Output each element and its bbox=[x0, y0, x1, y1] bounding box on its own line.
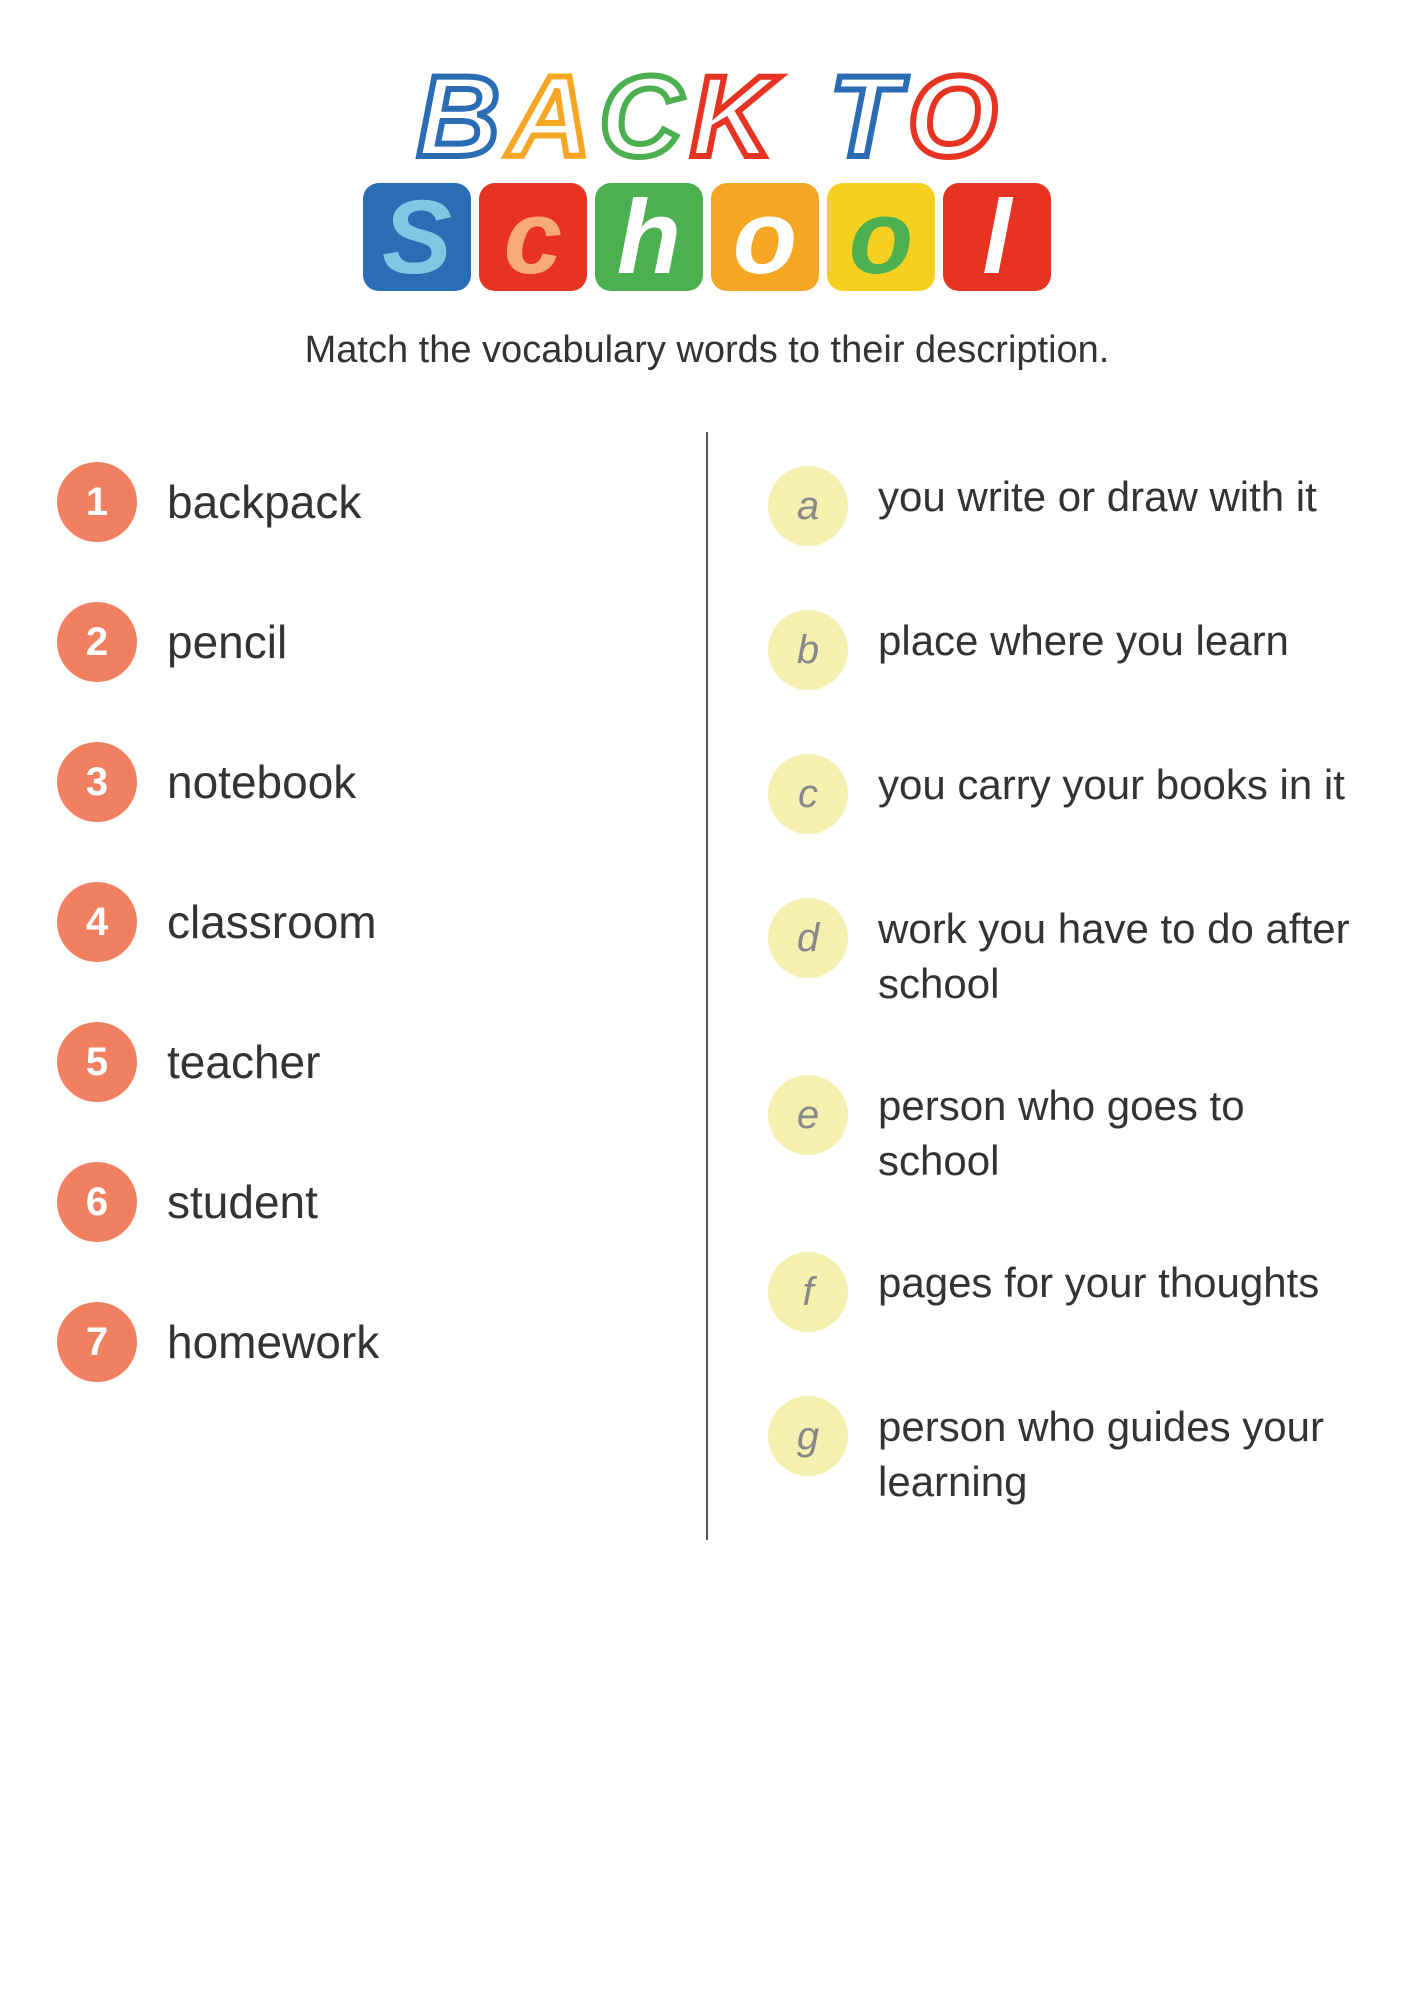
desc-item-c: c you carry your books in it bbox=[768, 720, 1357, 864]
number-badge-4: 4 bbox=[57, 882, 137, 962]
desc-item-b: b place where you learn bbox=[768, 576, 1357, 720]
title-letter-h: h bbox=[595, 183, 703, 291]
vocab-item-7: 7 homework bbox=[57, 1272, 646, 1412]
subtitle-text: Match the vocabulary words to their desc… bbox=[305, 329, 1110, 372]
title-letter-c: C bbox=[599, 60, 682, 175]
vocab-word-1: backpack bbox=[167, 475, 361, 529]
letter-badge-e: e bbox=[768, 1075, 848, 1155]
desc-item-d: d work you have to do after school bbox=[768, 864, 1357, 1041]
letter-badge-b: b bbox=[768, 610, 848, 690]
vocab-item-4: 4 classroom bbox=[57, 852, 646, 992]
vocab-item-1: 1 backpack bbox=[57, 432, 646, 572]
desc-text-b: place where you learn bbox=[878, 606, 1289, 669]
desc-item-a: a you write or draw with it bbox=[768, 432, 1357, 576]
desc-text-c: you carry your books in it bbox=[878, 750, 1345, 813]
desc-text-e: person who goes to school bbox=[878, 1071, 1357, 1188]
desc-item-e: e person who goes to school bbox=[768, 1041, 1357, 1218]
vocab-word-2: pencil bbox=[167, 615, 287, 669]
matching-exercise: 1 backpack 2 pencil 3 notebook 4 classro… bbox=[57, 432, 1357, 1540]
title-letter-s: S bbox=[363, 183, 471, 291]
title-letter-c2: c bbox=[479, 183, 587, 291]
title-letter-t: T bbox=[829, 60, 899, 175]
vocab-item-5: 5 teacher bbox=[57, 992, 646, 1132]
vocab-word-4: classroom bbox=[167, 895, 377, 949]
desc-item-f: f pages for your thoughts bbox=[768, 1218, 1357, 1362]
title-letter-l: l bbox=[943, 183, 1051, 291]
number-badge-7: 7 bbox=[57, 1302, 137, 1382]
desc-text-f: pages for your thoughts bbox=[878, 1248, 1319, 1311]
descriptions-column: a you write or draw with it b place wher… bbox=[708, 432, 1357, 1540]
title-letter-o: O bbox=[908, 60, 997, 175]
number-badge-1: 1 bbox=[57, 462, 137, 542]
desc-text-d: work you have to do after school bbox=[878, 894, 1357, 1011]
vocabulary-column: 1 backpack 2 pencil 3 notebook 4 classro… bbox=[57, 432, 708, 1540]
vocab-word-5: teacher bbox=[167, 1035, 320, 1089]
letter-badge-f: f bbox=[768, 1252, 848, 1332]
number-badge-5: 5 bbox=[57, 1022, 137, 1102]
desc-item-g: g person who guides your learning bbox=[768, 1362, 1357, 1539]
title-letter-k: K bbox=[690, 60, 773, 175]
vocab-word-3: notebook bbox=[167, 755, 356, 809]
title-letter-o2: o bbox=[711, 183, 819, 291]
number-badge-3: 3 bbox=[57, 742, 137, 822]
vocab-word-6: student bbox=[167, 1175, 318, 1229]
title-letter-a: A bbox=[508, 60, 591, 175]
vocab-word-7: homework bbox=[167, 1315, 379, 1369]
letter-badge-d: d bbox=[768, 898, 848, 978]
number-badge-6: 6 bbox=[57, 1162, 137, 1242]
title-letter-b: B bbox=[417, 60, 500, 175]
letter-badge-c: c bbox=[768, 754, 848, 834]
letter-badge-g: g bbox=[768, 1396, 848, 1476]
title-row-1: B A C K T O bbox=[363, 60, 1051, 175]
title-row-2: S c h o o l bbox=[363, 183, 1051, 291]
vocab-item-6: 6 student bbox=[57, 1132, 646, 1272]
vocab-item-2: 2 pencil bbox=[57, 572, 646, 712]
page-title: B A C K T O S c h o o l bbox=[363, 60, 1051, 299]
vocab-item-3: 3 notebook bbox=[57, 712, 646, 852]
desc-text-g: person who guides your learning bbox=[878, 1392, 1357, 1509]
number-badge-2: 2 bbox=[57, 602, 137, 682]
letter-badge-a: a bbox=[768, 466, 848, 546]
title-letter-o3: o bbox=[827, 183, 935, 291]
desc-text-a: you write or draw with it bbox=[878, 462, 1317, 525]
